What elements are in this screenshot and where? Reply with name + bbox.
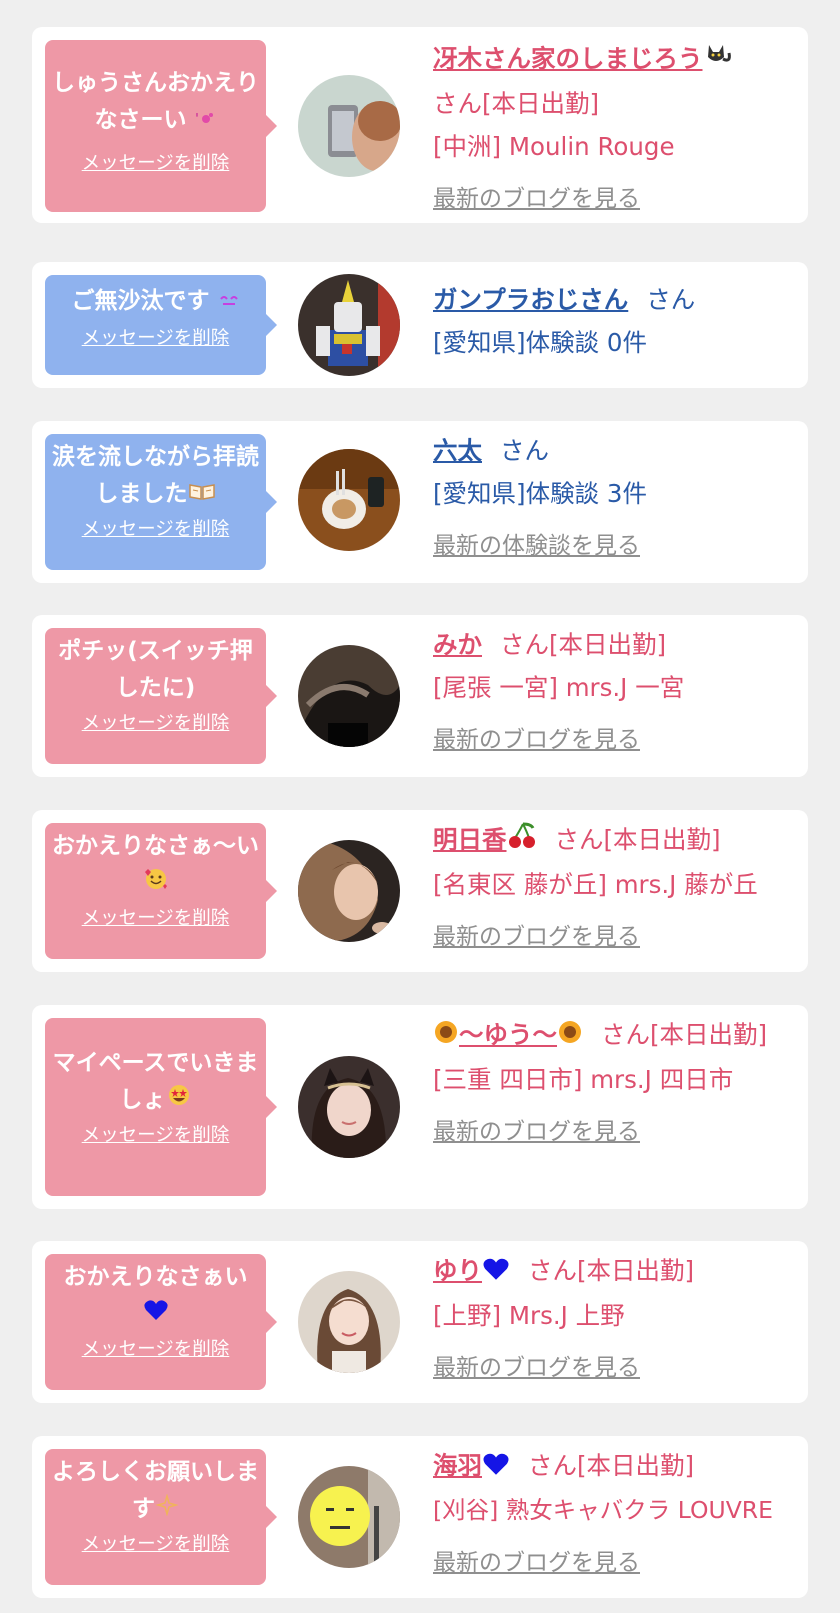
message-list: しゅうさんおかえりなさーい ' メッセージを削除 冴木さん家のしまじろう さん[… [0,0,840,1613]
delete-message-link[interactable]: メッセージを削除 [82,709,230,735]
latest-blog-link[interactable]: 最新のブログを見る [433,1542,640,1585]
svg-text:': ' [195,112,199,127]
shop-text: [刈谷] 熟女キャバクラ LOUVRE [433,1495,773,1524]
user-name-link[interactable]: ゆり [433,1256,510,1285]
black-cat-icon [703,39,733,82]
message-bubble: ご無沙汰です メッセージを削除 [45,275,277,375]
status-text: さん[本日出勤] [601,1020,768,1049]
latest-review-link[interactable]: 最新の体験談を見る [433,525,640,568]
user-info: ゆり さん[本日出勤] [上野] Mrs.J 上野 最新のブログを見る [433,1249,798,1390]
status-text: さん[本日出勤] [528,1256,695,1285]
latest-blog-link[interactable]: 最新のブログを見る [433,916,640,959]
message-card: おかえりなさぁい メッセージを削除 ゆり さん[本日出勤] [上野] Mrs.J … [32,1241,808,1403]
message-bubble: マイペースでいきましょ メッセージを削除 [45,1018,277,1196]
blue-heart-icon [482,1446,510,1489]
blue-heart-icon [482,1251,510,1294]
message-card: よろしくお願いします メッセージを削除 海羽 さん[本日出勤] [刈谷] 熟女キャ… [32,1436,808,1598]
message-bubble: おかえりなさぁい メッセージを削除 [45,1254,277,1390]
shop-text: [上野] Mrs.J 上野 [433,1300,625,1330]
message-text: よろしくお願いします [51,1454,260,1528]
shop-text: [愛知県]体験談 3件 [433,479,647,508]
user-info: 六太 さん [愛知県]体験談 3件 最新の体験談を見る [433,429,798,568]
latest-blog-link[interactable]: 最新のブログを見る [433,719,640,762]
message-text: おかえりなさぁい [51,1259,260,1333]
avatar[interactable] [298,449,400,551]
message-text: おかえりなさぁ〜い [51,828,260,902]
message-bubble: しゅうさんおかえりなさーい ' メッセージを削除 [45,40,277,212]
blow-kiss-icon: ' [195,102,217,139]
avatar[interactable] [298,274,400,376]
shop-text: [愛知県]体験談 0件 [433,328,647,357]
delete-message-link[interactable]: メッセージを削除 [82,1335,230,1361]
message-text: ご無沙汰です [51,283,260,320]
user-name-link[interactable]: 冴木さん家のしまじろう [433,44,703,73]
star-struck-icon [166,1082,192,1119]
latest-blog-link[interactable]: 最新のブログを見る [433,1347,640,1390]
shop-text: [中洲] Moulin Rouge [433,131,675,161]
message-text: 涙を流しながら拝読しました [51,439,260,513]
message-bubble: よろしくお願いします メッセージを削除 [45,1449,277,1585]
user-info: みか さん[本日出勤] [尾張 一宮] mrs.J 一宮 最新のブログを見る [433,623,798,762]
latest-blog-link[interactable]: 最新のブログを見る [433,1111,640,1154]
avatar[interactable] [298,1466,400,1568]
user-name-link[interactable]: 六太 [433,436,482,465]
latest-blog-link[interactable]: 最新のブログを見る [433,178,640,221]
user-info: 明日香 さん[本日出勤] [名東区 藤が丘] mrs.J 藤が丘 最新のブログを見… [433,818,798,959]
message-bubble: ポチッ(スイッチ押したに) メッセージを削除 [45,628,277,764]
message-card: ポチッ(スイッチ押したに) メッセージを削除 みか さん[本日出勤] [尾張 一宮… [32,615,808,777]
status-text: さん [500,436,549,465]
sparkles-icon [155,1491,179,1528]
user-name-link[interactable]: みか [433,630,482,659]
avatar[interactable] [298,645,400,747]
shop-text: [名東区 藤が丘] mrs.J 藤が丘 [433,869,758,899]
avatar[interactable] [298,1056,400,1158]
message-card: 涙を流しながら拝読しました メッセージを削除 六太 さん [愛知県]体験談 3件 … [32,421,808,583]
user-name-link[interactable]: 海羽 [433,1451,510,1480]
message-card: ご無沙汰です メッセージを削除 ガンプラおじさん さん [愛知県]体験談 0件 [32,262,808,388]
status-text: さん[本日出勤] [500,630,667,659]
cherries-icon [507,820,537,863]
status-text: さん[本日出勤] [554,825,721,854]
message-card: しゅうさんおかえりなさーい ' メッセージを削除 冴木さん家のしまじろう さん[… [32,27,808,223]
user-name-link[interactable]: ガンプラおじさん [433,285,628,314]
delete-message-link[interactable]: メッセージを削除 [82,1530,230,1556]
avatar[interactable] [298,840,400,942]
sunflower-icon [433,1015,459,1058]
delete-message-link[interactable]: メッセージを削除 [82,515,230,541]
sunflower-icon [557,1015,583,1058]
status-text: さん [646,285,696,314]
delete-message-link[interactable]: メッセージを削除 [82,904,230,930]
blue-heart-icon [143,1296,169,1333]
smiling-face-with-hearts-icon [143,865,169,902]
message-text: しゅうさんおかえりなさーい ' [51,65,260,139]
smiling-eyes-icon [218,283,240,320]
shop-text: [三重 四日市] mrs.J 四日市 [433,1064,734,1094]
delete-message-link[interactable]: メッセージを削除 [82,1121,230,1147]
user-info: 海羽 さん[本日出勤] [刈谷] 熟女キャバクラ LOUVRE 最新のブログを見る [433,1444,798,1585]
user-info: 〜ゆう〜 さん[本日出勤] [三重 四日市] mrs.J 四日市 最新のブログを見… [433,1013,798,1154]
avatar[interactable] [298,1271,400,1373]
shop-text: [尾張 一宮] mrs.J 一宮 [433,673,685,702]
user-info: ガンプラおじさん さん [愛知県]体験談 0件 [433,278,798,364]
status-text: さん[本日出勤] [433,88,600,118]
open-book-icon [188,476,216,513]
user-name-link[interactable]: 〜ゆう〜 [433,1020,583,1049]
status-text: さん[本日出勤] [528,1451,695,1480]
user-name-link[interactable]: 明日香 [433,822,537,854]
message-bubble: 涙を流しながら拝読しました メッセージを削除 [45,434,277,570]
message-card: おかえりなさぁ〜い メッセージを削除 明日香 さん[本日出勤] [名東区 藤が丘]… [32,810,808,972]
avatar[interactable] [298,75,400,177]
message-card: マイペースでいきましょ メッセージを削除 〜ゆう〜 さん[本日出勤] [三重 四日… [32,1005,808,1209]
message-text: マイペースでいきましょ [51,1045,260,1119]
user-info: 冴木さん家のしまじろう さん[本日出勤] [中洲] Moulin Rouge 最… [433,37,798,221]
delete-message-link[interactable]: メッセージを削除 [82,324,230,350]
message-bubble: おかえりなさぁ〜い メッセージを削除 [45,823,277,959]
delete-message-link[interactable]: メッセージを削除 [82,149,230,175]
message-text: ポチッ(スイッチ押したに) [58,638,253,701]
